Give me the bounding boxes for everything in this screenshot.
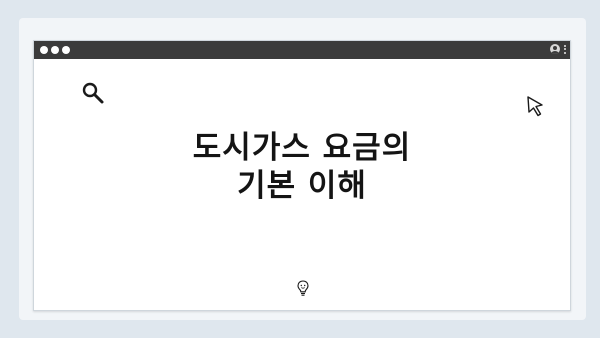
search-icon [82,82,104,104]
browser-window: 도시가스 요금의 기본 이해 [33,40,571,311]
headline-line-2: 기본 이해 [237,168,367,204]
more-vertical-icon[interactable] [564,44,566,54]
user-icon[interactable] [550,44,560,54]
cursor-icon [527,96,543,117]
window-dot-1[interactable] [40,46,48,54]
window-controls [40,46,70,54]
titlebar-actions [550,44,566,54]
window-dot-2[interactable] [51,46,59,54]
window-titlebar [34,41,570,59]
card-headline: 도시가스 요금의 기본 이해 [34,129,570,205]
headline-line-1: 도시가스 요금의 [192,130,412,166]
window-dot-3[interactable] [62,46,70,54]
lightbulb-icon [297,280,309,296]
